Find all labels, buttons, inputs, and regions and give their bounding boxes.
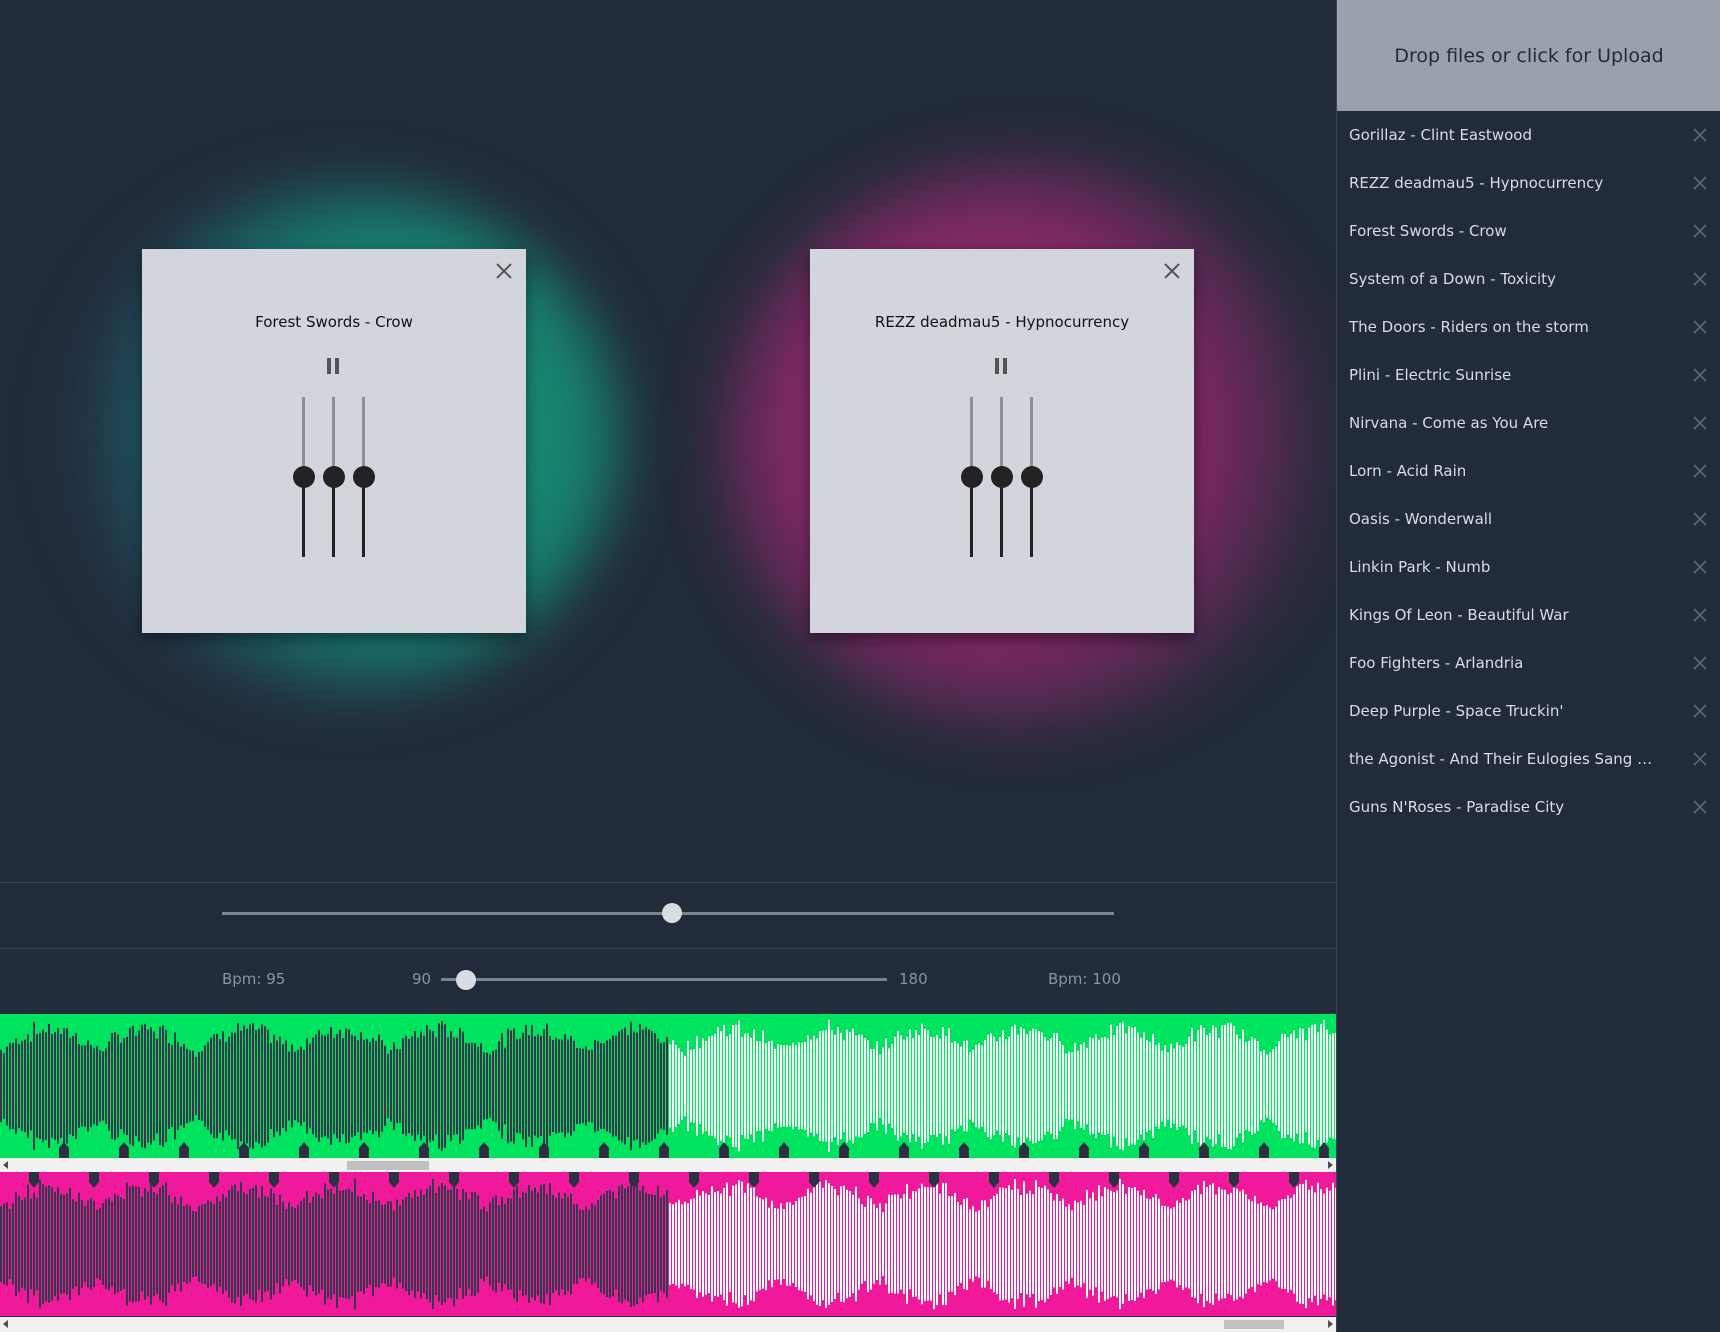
close-icon[interactable] (1691, 174, 1709, 192)
close-icon[interactable] (1691, 222, 1709, 240)
pause-icon[interactable] (327, 358, 341, 374)
waveform-b-scrollbar[interactable] (0, 1317, 1336, 1332)
track-item[interactable]: Forest Swords - Crow (1337, 207, 1720, 255)
upload-label: Drop files or click for Upload (1394, 44, 1664, 67)
track-name: Foo Fighters - Arlandria (1349, 654, 1524, 672)
track-item[interactable]: Plini - Electric Sunrise (1337, 351, 1720, 399)
close-icon[interactable] (494, 261, 514, 281)
track-item[interactable]: System of a Down - Toxicity (1337, 255, 1720, 303)
tempo-min-label: 90 (412, 970, 432, 988)
eq-low-slider[interactable] (293, 397, 315, 557)
close-icon[interactable] (1691, 558, 1709, 576)
tempo-max-label: 180 (899, 970, 928, 988)
deck-a-bpm: Bpm: 95 (222, 970, 286, 988)
track-name: Guns N'Roses - Paradise City (1349, 798, 1565, 816)
scroll-thumb[interactable] (1224, 1320, 1284, 1329)
divider (0, 882, 1336, 883)
close-icon[interactable] (1691, 414, 1709, 432)
eq-high-slider[interactable] (353, 397, 375, 557)
close-icon[interactable] (1691, 126, 1709, 144)
track-item[interactable]: Deep Purple - Space Truckin' (1337, 687, 1720, 735)
track-item[interactable]: Foo Fighters - Arlandria (1337, 639, 1720, 687)
deck-a-title: Forest Swords - Crow (255, 313, 413, 331)
close-icon[interactable] (1162, 261, 1182, 281)
scroll-thumb[interactable] (347, 1161, 429, 1170)
close-icon[interactable] (1691, 606, 1709, 624)
close-icon[interactable] (1691, 270, 1709, 288)
scroll-left-icon[interactable] (3, 1161, 8, 1169)
waveform-deck-a-svg (0, 1019, 1336, 1158)
track-list: Gorillaz - Clint Eastwood REZZ deadmau5 -… (1337, 111, 1720, 831)
waveform-deck-b[interactable] (0, 1172, 1336, 1316)
scroll-right-icon[interactable] (1328, 1161, 1333, 1169)
crossfader-slider[interactable] (222, 903, 1114, 923)
track-name: Kings Of Leon - Beautiful War (1349, 606, 1569, 624)
track-item[interactable]: REZZ deadmau5 - Hypnocurrency (1337, 159, 1720, 207)
waveform-deck-a[interactable] (0, 1014, 1336, 1158)
deck-a: Forest Swords - Crow (142, 249, 526, 633)
close-icon[interactable] (1691, 654, 1709, 672)
pause-icon[interactable] (995, 358, 1009, 374)
close-icon[interactable] (1691, 798, 1709, 816)
track-name: Oasis - Wonderwall (1349, 510, 1493, 528)
waveform-deck-b-svg (0, 1172, 1336, 1310)
divider (0, 948, 1336, 949)
close-icon[interactable] (1691, 750, 1709, 768)
track-name: the Agonist - And Their Eulogies Sang Me… (1349, 750, 1659, 768)
track-item[interactable]: Lorn - Acid Rain (1337, 447, 1720, 495)
tempo-knob[interactable] (456, 970, 476, 990)
upload-dropzone[interactable]: Drop files or click for Upload (1337, 0, 1720, 111)
track-item[interactable]: The Doors - Riders on the storm (1337, 303, 1720, 351)
crossfader-knob[interactable] (662, 903, 682, 923)
eq-mid-slider[interactable] (323, 397, 345, 557)
track-name: The Doors - Riders on the storm (1349, 318, 1589, 336)
track-name: Gorillaz - Clint Eastwood (1349, 126, 1532, 144)
close-icon[interactable] (1691, 510, 1709, 528)
close-icon[interactable] (1691, 462, 1709, 480)
track-item[interactable]: Linkin Park - Numb (1337, 543, 1720, 591)
close-icon[interactable] (1691, 366, 1709, 384)
track-item[interactable]: the Agonist - And Their Eulogies Sang Me… (1337, 735, 1720, 783)
deck-b-title: REZZ deadmau5 - Hypnocurrency (874, 313, 1130, 331)
track-item[interactable]: Oasis - Wonderwall (1337, 495, 1720, 543)
playlist-sidebar: Drop files or click for Upload Gorillaz … (1336, 0, 1720, 1332)
waveform-a-scrollbar[interactable] (0, 1158, 1336, 1172)
track-name: REZZ deadmau5 - Hypnocurrency (1349, 174, 1604, 192)
track-name: Lorn - Acid Rain (1349, 462, 1467, 480)
track-name: Forest Swords - Crow (1349, 222, 1507, 240)
track-name: Linkin Park - Numb (1349, 558, 1491, 576)
track-item[interactable]: Guns N'Roses - Paradise City (1337, 783, 1720, 831)
deck-b-bpm: Bpm: 100 (1048, 970, 1121, 988)
eq-mid-slider[interactable] (991, 397, 1013, 557)
close-icon[interactable] (1691, 702, 1709, 720)
track-name: Plini - Electric Sunrise (1349, 366, 1512, 384)
scroll-right-icon[interactable] (1328, 1320, 1333, 1328)
deck-b: REZZ deadmau5 - Hypnocurrency (810, 249, 1194, 633)
track-item[interactable]: Gorillaz - Clint Eastwood (1337, 111, 1720, 159)
scroll-left-icon[interactable] (3, 1320, 8, 1328)
mixer-main: Forest Swords - Crow REZZ deadmau5 - Hyp… (0, 0, 1336, 1332)
track-name: Nirvana - Come as You Are (1349, 414, 1549, 432)
track-name: System of a Down - Toxicity (1349, 270, 1556, 288)
tempo-slider[interactable] (441, 970, 887, 990)
close-icon[interactable] (1691, 318, 1709, 336)
track-name: Deep Purple - Space Truckin' (1349, 702, 1564, 720)
track-item[interactable]: Kings Of Leon - Beautiful War (1337, 591, 1720, 639)
eq-high-slider[interactable] (1021, 397, 1043, 557)
track-item[interactable]: Nirvana - Come as You Are (1337, 399, 1720, 447)
eq-low-slider[interactable] (961, 397, 983, 557)
